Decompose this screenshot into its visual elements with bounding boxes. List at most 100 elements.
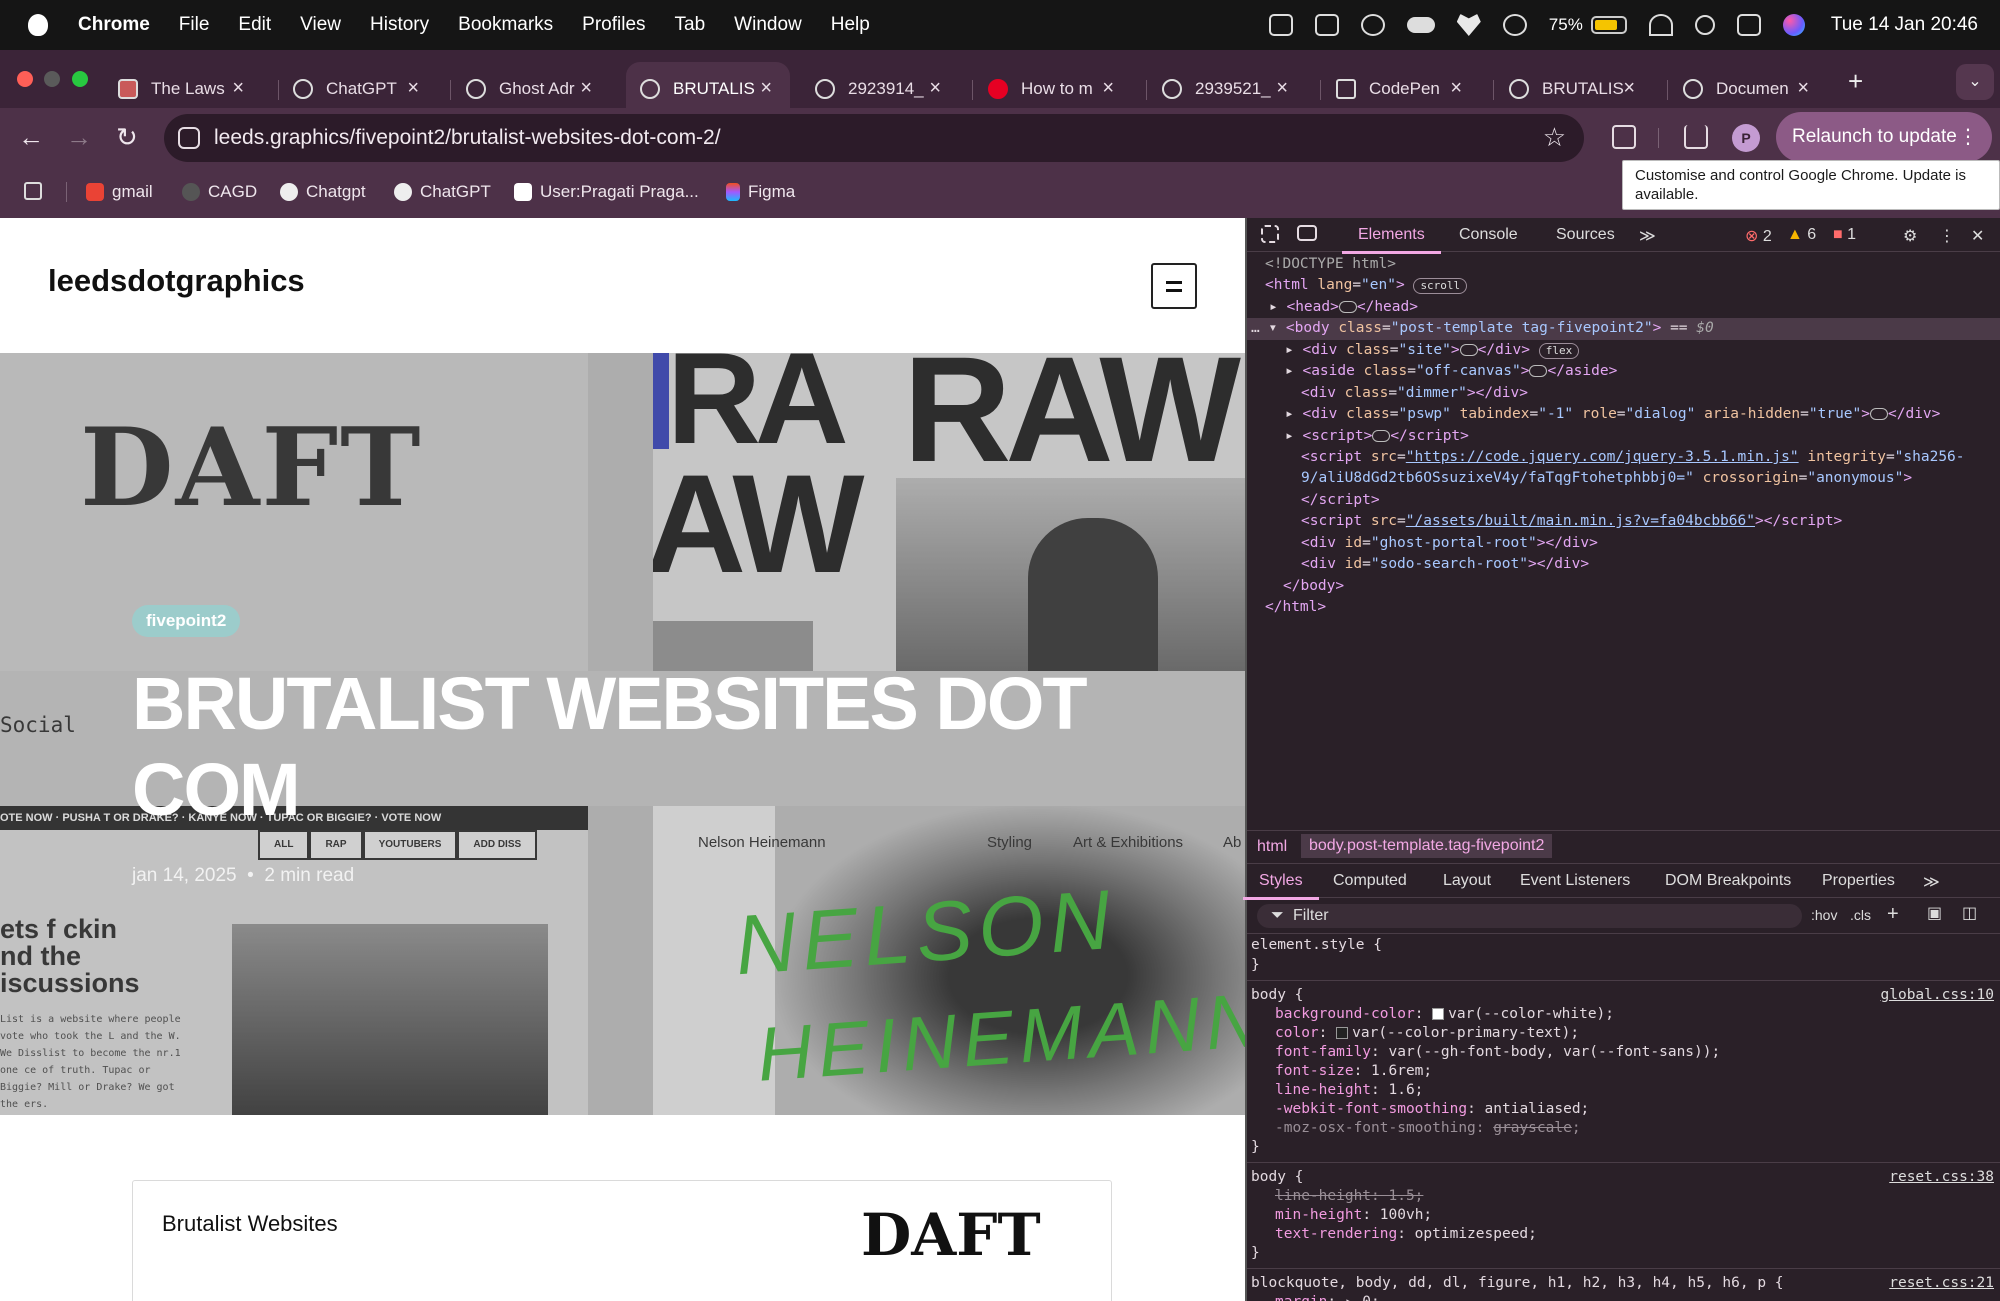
menu-edit[interactable]: Edit: [238, 14, 271, 36]
dom-tree[interactable]: <!DOCTYPE html> <html lang="en"> scroll …: [1247, 254, 2000, 834]
devtools-settings-gear-icon[interactable]: ⚙: [1903, 226, 1917, 246]
hamburger-menu-button[interactable]: [1151, 263, 1197, 309]
kebab-menu-icon[interactable]: ⋮: [1958, 112, 1978, 162]
menu-window[interactable]: Window: [734, 14, 802, 36]
notion-icon[interactable]: [1314, 14, 1339, 36]
menu-profiles[interactable]: Profiles: [582, 14, 645, 36]
window-zoom-icon[interactable]: [72, 71, 88, 87]
source-link-reset-css-38[interactable]: reset.css:38: [1889, 1168, 1994, 1188]
menu-file[interactable]: File: [179, 14, 210, 36]
toggle-sidebar-icon[interactable]: ◫: [1962, 903, 1977, 923]
dom-body-selected[interactable]: … ▾ <body class="post-template tag-fivep…: [1247, 318, 2000, 340]
tab-close-icon[interactable]: ×: [1623, 77, 1635, 100]
menu-help[interactable]: Help: [831, 14, 870, 36]
issues-count[interactable]: ■ 1: [1833, 226, 1856, 244]
rule-element-style[interactable]: element.style {: [1251, 936, 1382, 956]
relaunch-to-update-button[interactable]: Relaunch to update ⋮: [1776, 112, 1992, 162]
bookmark-chatgpt-2[interactable]: ChatGPT: [394, 182, 491, 202]
devtools-kebab-icon[interactable]: ⋮: [1939, 226, 1955, 246]
cloud-icon[interactable]: [1406, 17, 1435, 33]
devtools-close-icon[interactable]: ✕: [1971, 226, 1984, 246]
window-minimize-icon[interactable]: [44, 71, 60, 87]
url-text[interactable]: leeds.graphics/fivepoint2/brutalist-webs…: [214, 126, 721, 150]
tab-close-icon[interactable]: ×: [1276, 77, 1288, 100]
menu-history[interactable]: History: [370, 14, 429, 36]
new-style-rule-plus-icon[interactable]: +: [1887, 903, 1899, 926]
warnings-count[interactable]: ▲ 6: [1787, 226, 1816, 244]
device-toolbar-icon[interactable]: [1297, 225, 1317, 241]
tab-search-chevron-icon[interactable]: ⌄: [1956, 64, 1994, 100]
dom-sodo-search-root[interactable]: <div id="sodo-search-root"></div>: [1301, 554, 1589, 576]
crumb-html[interactable]: html: [1257, 838, 1287, 856]
menu-view[interactable]: View: [300, 14, 341, 36]
tab-close-icon[interactable]: ×: [760, 77, 772, 100]
window-close-icon[interactable]: [17, 71, 33, 87]
dom-html[interactable]: <html lang="en"> scroll: [1265, 275, 1468, 297]
menu-tab[interactable]: Tab: [675, 14, 706, 36]
reload-icon[interactable]: ↻: [116, 122, 138, 153]
crumb-body[interactable]: body.post-template.tag-fivepoint2: [1301, 834, 1553, 858]
dom-script-main[interactable]: <script src="/assets/built/main.min.js?v…: [1301, 511, 1842, 533]
subtab-styles[interactable]: Styles: [1243, 872, 1319, 900]
more-subtabs-chevron-icon[interactable]: ≫: [1923, 872, 1940, 892]
tab-console[interactable]: Console: [1459, 226, 1518, 244]
tab-close-icon[interactable]: ×: [580, 77, 592, 100]
tab-close-icon[interactable]: ×: [1450, 77, 1462, 100]
wifi-icon[interactable]: [1648, 14, 1673, 36]
rule-body-reset[interactable]: body {: [1251, 1168, 1303, 1188]
site-logo-text[interactable]: leedsdotgraphics: [48, 263, 305, 299]
battery-icon[interactable]: [1590, 16, 1627, 34]
paint-brush-icon[interactable]: ▣: [1927, 903, 1942, 923]
siri-icon[interactable]: [1782, 14, 1805, 36]
dom-head[interactable]: ▸ <head> </head>: [1269, 297, 1418, 319]
rule-body-global[interactable]: body {: [1251, 986, 1303, 1006]
forward-arrow-icon[interactable]: →: [66, 122, 92, 153]
source-link-reset-css-21[interactable]: reset.css:21: [1889, 1274, 1994, 1294]
bookmark-chatgpt-1[interactable]: Chatgpt: [280, 182, 366, 202]
dom-div-pswp[interactable]: ▸ <div class="pswp" tabindex="-1" role="…: [1285, 404, 1940, 426]
styles-filter-input[interactable]: ⏷ Filter: [1257, 904, 1802, 928]
menu-bookmarks[interactable]: Bookmarks: [458, 14, 553, 36]
dom-aside-off-canvas[interactable]: ▸ <aside class="off-canvas"> </aside>: [1285, 361, 1617, 383]
styles-pane[interactable]: element.style { } body { global.css:10 b…: [1247, 936, 2000, 1301]
downloads-icon[interactable]: [1684, 125, 1708, 149]
tag-badge[interactable]: fivepoint2: [132, 605, 241, 637]
subtab-computed[interactable]: Computed: [1333, 872, 1407, 890]
dom-div-dimmer[interactable]: <div class="dimmer"></div>: [1301, 383, 1528, 405]
inspect-element-icon[interactable]: [1261, 225, 1279, 243]
bookmark-gmail[interactable]: gmail: [86, 182, 153, 202]
dom-script-1[interactable]: ▸ <script> </script>: [1285, 426, 1469, 448]
bookmark-star-icon[interactable]: ☆: [1543, 122, 1566, 153]
tab-close-icon[interactable]: ×: [1797, 77, 1809, 100]
subtab-properties[interactable]: Properties: [1822, 872, 1895, 890]
dom-div-site[interactable]: ▸ <div class="site"> </div> flex: [1285, 340, 1580, 362]
new-tab-plus-icon[interactable]: +: [1848, 66, 1863, 97]
tab-close-icon[interactable]: ×: [232, 77, 244, 100]
profile-avatar[interactable]: P: [1732, 124, 1760, 152]
tab-elements[interactable]: Elements: [1342, 226, 1441, 254]
menu-app-chrome[interactable]: Chrome: [78, 14, 150, 36]
apple-icon[interactable]: [28, 14, 48, 36]
dom-script-jquery[interactable]: <script src="https://code.jquery.com/jqu…: [1301, 447, 1965, 469]
bookmark-card[interactable]: Brutalist Websites DAFT: [132, 1180, 1112, 1301]
bookmark-cagd[interactable]: CAGD: [182, 182, 257, 202]
cls-toggle[interactable]: .cls: [1850, 907, 1871, 923]
dom-ghost-portal-root[interactable]: <div id="ghost-portal-root"></div>: [1301, 533, 1598, 555]
screen-share-icon[interactable]: [1268, 14, 1293, 36]
more-tabs-chevron-icon[interactable]: ≫: [1639, 226, 1656, 246]
source-link-global-css[interactable]: global.css:10: [1881, 986, 1995, 1006]
apps-grid-icon[interactable]: [24, 182, 50, 200]
subtab-layout[interactable]: Layout: [1443, 872, 1491, 890]
bookmark-wikipedia-user[interactable]: User:Pragati Praga...: [514, 182, 699, 202]
errors-count[interactable]: ⊗ 2: [1745, 226, 1772, 246]
tab-close-icon[interactable]: ×: [407, 77, 419, 100]
tab-close-icon[interactable]: ×: [1102, 77, 1114, 100]
subtab-event-listeners[interactable]: Event Listeners: [1520, 872, 1630, 890]
extensions-puzzle-icon[interactable]: [1612, 125, 1636, 149]
tab-close-icon[interactable]: ×: [929, 77, 941, 100]
hov-toggle[interactable]: :hov: [1811, 907, 1837, 923]
heart-icon[interactable]: [1456, 14, 1481, 36]
spotlight-search-icon[interactable]: [1694, 15, 1715, 35]
play-icon[interactable]: [1502, 14, 1527, 36]
bookmark-figma[interactable]: Figma: [726, 182, 795, 202]
